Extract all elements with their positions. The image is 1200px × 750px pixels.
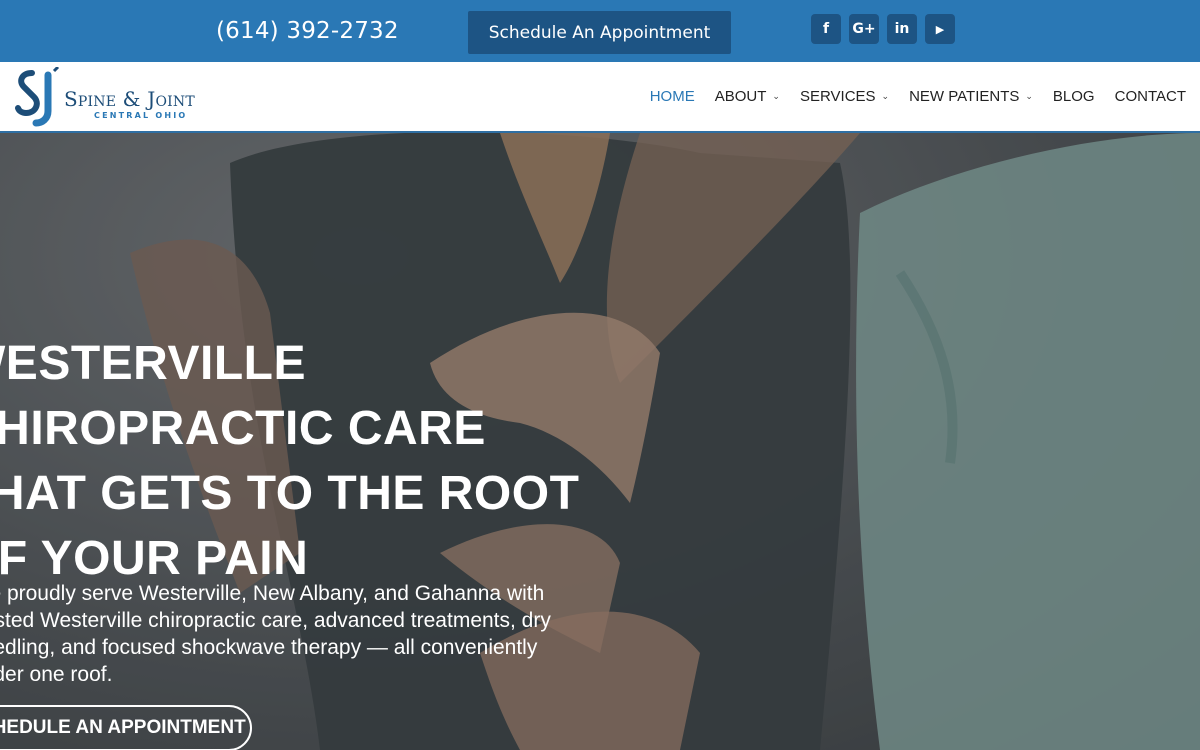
hero-description-line: needling, and focused shockwave therapy … xyxy=(0,636,538,659)
nav-item-new-patients[interactable]: NEW PATIENTS ⌄ xyxy=(909,88,1033,105)
hero-description: We proudly serve Westerville, New Albany… xyxy=(0,580,590,688)
hero-schedule-appointment-button[interactable]: SCHEDULE AN APPOINTMENT xyxy=(0,705,252,750)
logo-text: Spine & Joint xyxy=(64,87,195,111)
social-links: f G+ in ▶ xyxy=(811,14,955,44)
hero-title-line: CHIROPRACTIC CARE xyxy=(0,402,486,455)
top-bar: (614) 392-2732 Schedule An Appointment f… xyxy=(0,0,1200,62)
schedule-appointment-button[interactable]: Schedule An Appointment xyxy=(468,11,731,54)
phone-number-link[interactable]: (614) 392-2732 xyxy=(216,18,399,44)
main-nav: HOME ABOUT ⌄ SERVICES ⌄ NEW PATIENTS ⌄ BLOG… xyxy=(630,88,1186,105)
nav-item-label: CONTACT xyxy=(1114,88,1186,105)
linkedin-icon[interactable]: in xyxy=(887,14,917,44)
hero-title-line: THAT GETS TO THE ROOT xyxy=(0,467,580,520)
hero-description-line: under one roof. xyxy=(0,663,113,686)
hero-title-line: WESTERVILLE xyxy=(0,337,306,390)
site-header: Spine & Joint CENTRAL OHIO HOME ABOUT ⌄ S… xyxy=(0,62,1200,133)
hero-section: WESTERVILLE CHIROPRACTIC CARE THAT GETS … xyxy=(0,133,1200,750)
nav-item-blog[interactable]: BLOG xyxy=(1053,88,1095,105)
chevron-down-icon: ⌄ xyxy=(1025,91,1033,101)
logo-mark-icon xyxy=(15,67,60,127)
nav-item-label: SERVICES xyxy=(799,88,876,105)
hero-description-line: We proudly serve Westerville, New Albany… xyxy=(0,582,545,605)
nav-item-about[interactable]: ABOUT ⌄ xyxy=(715,88,780,105)
hero-title: WESTERVILLE CHIROPRACTIC CARE THAT GETS … xyxy=(0,331,579,591)
nav-item-label: NEW PATIENTS xyxy=(909,88,1020,105)
google-plus-icon[interactable]: G+ xyxy=(849,14,879,44)
hero-description-line: trusted Westerville chiropractic care, a… xyxy=(0,609,551,632)
youtube-icon[interactable]: ▶ xyxy=(925,14,955,44)
nav-item-home[interactable]: HOME xyxy=(650,88,695,105)
site-logo[interactable]: Spine & Joint CENTRAL OHIO xyxy=(14,67,214,129)
nav-item-label: HOME xyxy=(649,88,695,105)
logo-subtext: CENTRAL OHIO xyxy=(94,111,188,120)
nav-item-contact[interactable]: CONTACT xyxy=(1115,88,1186,105)
facebook-icon[interactable]: f xyxy=(811,14,841,44)
nav-item-label: ABOUT xyxy=(714,88,767,105)
chevron-down-icon: ⌄ xyxy=(772,91,780,101)
nav-item-services[interactable]: SERVICES ⌄ xyxy=(800,88,889,105)
chevron-down-icon: ⌄ xyxy=(881,91,890,101)
nav-item-label: BLOG xyxy=(1052,88,1095,105)
